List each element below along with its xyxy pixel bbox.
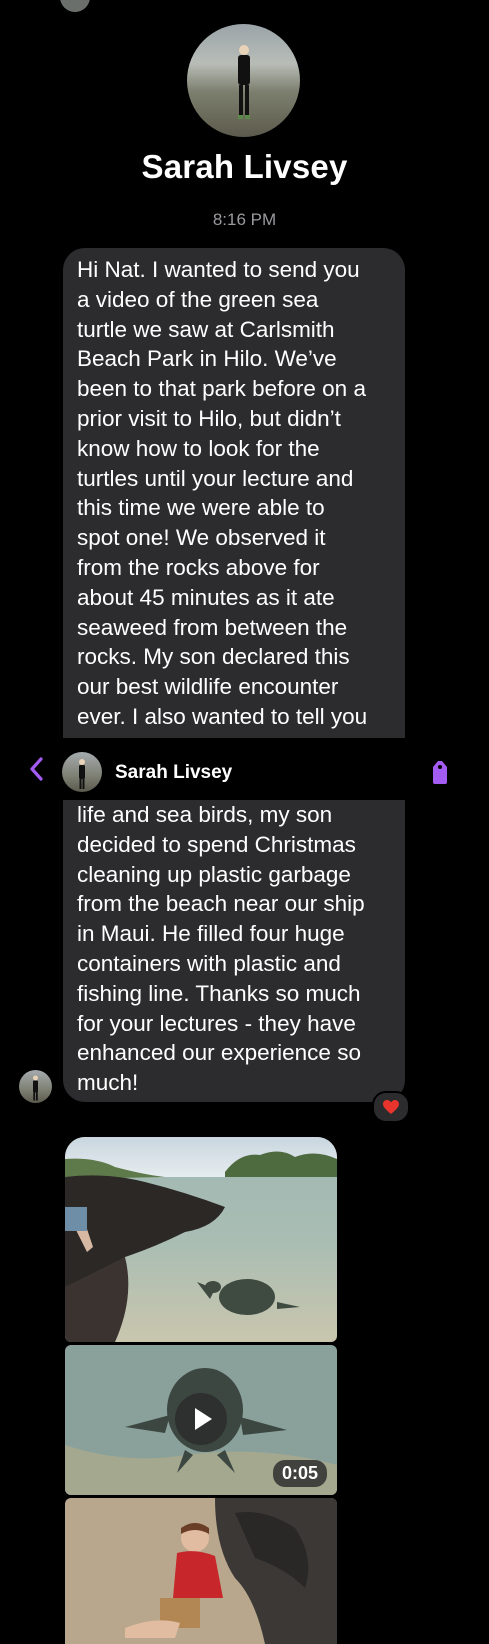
reaction-badge[interactable]: [372, 1091, 410, 1123]
back-chevron-icon[interactable]: [26, 756, 48, 782]
play-icon: [195, 1408, 212, 1430]
video-duration: 0:05: [272, 1460, 327, 1487]
previous-avatar: [60, 0, 90, 12]
message-line: for your lectures - they have: [77, 1010, 356, 1036]
sender-avatar[interactable]: [19, 1070, 52, 1103]
photo-turtle-shore[interactable]: [65, 1137, 337, 1342]
message-line: know how to look for the: [77, 435, 320, 461]
header-contact-name[interactable]: Sarah Livsey: [115, 762, 232, 784]
message-line: from the beach near our ship: [77, 891, 365, 917]
message-line: decided to spend Christmas: [77, 831, 356, 857]
message-line: Hi Nat. I wanted to send you: [77, 257, 360, 282]
message-line: prior visit to Hilo, but didn’t: [77, 405, 341, 431]
message-line: turtle we saw at Carlsmith: [77, 316, 335, 342]
message-line: ever. I also wanted to tell you: [77, 703, 368, 729]
message-line: seaweed from between the: [77, 614, 348, 640]
message-line: turtles until your lecture and: [77, 465, 354, 491]
tag-icon[interactable]: [428, 758, 452, 786]
message-line: a video of the green sea: [77, 286, 319, 312]
message-line: life and sea birds, my son: [77, 802, 333, 827]
header-avatar[interactable]: [62, 752, 102, 792]
message-line: fishing line. Thanks so much: [77, 980, 361, 1006]
message-bubble-top[interactable]: Hi Nat. I wanted to send you a video of …: [63, 248, 405, 738]
message-timestamp: 8:16 PM: [212, 210, 277, 229]
message-line: much!: [77, 1070, 139, 1096]
avatar-person-figure: [33, 1075, 38, 1101]
message-line: been to that park before on a: [77, 376, 366, 402]
message-line: cleaning up plastic garbage: [77, 861, 351, 887]
message-line: rocks. My son declared this: [77, 644, 350, 670]
message-line: spot one! We observed it: [77, 525, 326, 551]
message-line: Beach Park in Hilo. We’ve: [77, 346, 337, 372]
message-line: this time we were able to: [77, 495, 325, 521]
message-line: enhanced our experience so: [77, 1040, 361, 1066]
avatar-person-figure: [79, 759, 85, 789]
profile-avatar[interactable]: [187, 24, 300, 137]
photo-image: [65, 1498, 337, 1644]
message-line: in Maui. He filled four huge: [77, 921, 345, 947]
message-bubble-bottom[interactable]: life and sea birds, my son decided to sp…: [63, 800, 405, 1102]
message-line: containers with plastic and: [77, 950, 341, 976]
photo-image: [65, 1137, 337, 1342]
play-button[interactable]: [175, 1393, 227, 1445]
message-line: our best wildlife encounter: [77, 674, 339, 700]
photo-child-beach[interactable]: [65, 1498, 337, 1644]
video-turtle[interactable]: 0:05: [65, 1345, 337, 1495]
profile-name[interactable]: Sarah Livsey: [0, 148, 489, 186]
avatar-person-figure: [238, 45, 250, 119]
heart-icon: [383, 1100, 399, 1114]
message-line: from the rocks above for: [77, 554, 320, 580]
message-line: about 45 minutes as it ate: [77, 584, 335, 610]
